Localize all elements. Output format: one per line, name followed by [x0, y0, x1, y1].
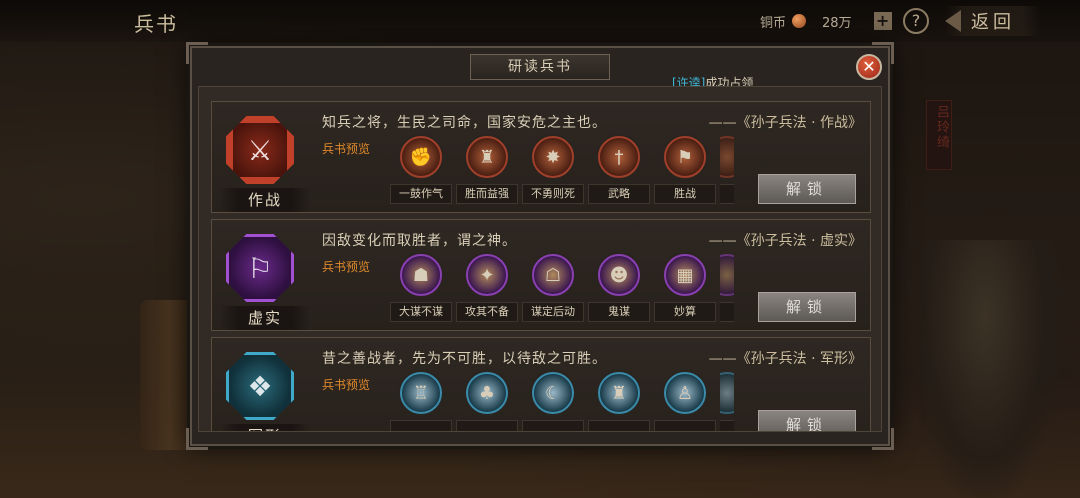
- book-name: 作战: [220, 188, 310, 212]
- copper-coin-icon: [792, 14, 807, 28]
- skill-preview-row: ✊ 一鼓作气 ♜ 胜而益强 ✸ 不勇则死 † 武略 ⚑ 胜战: [390, 136, 734, 204]
- skill-preview-row: ♖ ♣ ☾ ♜ ♙: [390, 372, 734, 431]
- skill-item[interactable]: ☻ 鬼谋: [588, 254, 650, 322]
- skill-name: [654, 420, 716, 431]
- skill-item-partial[interactable]: [720, 254, 734, 322]
- tower-icon: ♜: [598, 372, 640, 414]
- preview-label: 兵书预览: [322, 378, 371, 392]
- skill-item[interactable]: † 武略: [588, 136, 650, 204]
- skill-name: [522, 420, 584, 431]
- skill-name: 攻其不备: [456, 302, 518, 322]
- help-button[interactable]: ?: [903, 8, 929, 34]
- skill-name: [720, 302, 734, 322]
- book-quote: 昔之善战者，先为不可胜，以待敌之可胜。: [322, 351, 607, 367]
- strategist-icon: ☗: [400, 254, 442, 296]
- warrior-icon: ♜: [466, 136, 508, 178]
- skill-item[interactable]: ✦ 攻其不备: [456, 254, 518, 322]
- skill-icon: [720, 372, 734, 414]
- skill-item-partial[interactable]: [720, 136, 734, 204]
- skill-item[interactable]: ♜: [588, 372, 650, 431]
- book-quote: 知兵之将，生民之司命，国家安危之主也。: [322, 115, 607, 131]
- crossed-swords-icon: ⚔: [226, 116, 294, 184]
- book-emblem[interactable]: ⚐: [222, 232, 298, 308]
- skill-name: [390, 420, 452, 431]
- add-currency-button[interactable]: +: [873, 12, 892, 30]
- book-list[interactable]: ⚔ 作战 知兵之将，生民之司命，国家安危之主也。 ——《孙子兵法 · 作战》 兵…: [198, 86, 882, 432]
- book-source: ——《孙子兵法 · 军形》: [708, 351, 862, 367]
- skill-name: 不勇则死: [522, 184, 584, 204]
- book-emblem[interactable]: ❖: [222, 350, 298, 426]
- skill-item[interactable]: ✊ 一鼓作气: [390, 136, 452, 204]
- skill-name: 一鼓作气: [390, 184, 452, 204]
- mask-icon: ☻: [598, 254, 640, 296]
- tree-icon: ♣: [466, 372, 508, 414]
- skill-icon: [720, 254, 734, 296]
- currency-display: 铜币 28万 +: [760, 10, 892, 32]
- preview-label: 兵书预览: [322, 260, 371, 274]
- corner-ornament: [186, 42, 208, 64]
- skill-item[interactable]: ▦ 妙算: [654, 254, 716, 322]
- war-drum-icon: ✊: [400, 136, 442, 178]
- book-card-zuozhan: ⚔ 作战 知兵之将，生民之司命，国家安危之主也。 ——《孙子兵法 · 作战》 兵…: [211, 101, 871, 213]
- skill-name: 谋定后动: [522, 302, 584, 322]
- skill-item[interactable]: ✸ 不勇则死: [522, 136, 584, 204]
- skill-item[interactable]: ♙: [654, 372, 716, 431]
- book-card-xushi: ⚐ 虚实 因敌变化而取胜者，谓之神。 ——《孙子兵法 · 虚实》 兵书预览 ☗ 大…: [211, 219, 871, 331]
- fortress-icon: ♖: [400, 372, 442, 414]
- close-button[interactable]: ✕: [856, 54, 882, 80]
- unlock-button[interactable]: 解锁: [758, 410, 856, 431]
- skill-item[interactable]: ♜ 胜而益强: [456, 136, 518, 204]
- book-name: 虚实: [220, 306, 310, 330]
- book-name: 军形: [220, 424, 310, 431]
- abacus-icon: ▦: [664, 254, 706, 296]
- banner-icon: ⚑: [664, 136, 706, 178]
- back-button[interactable]: 返回: [945, 6, 1041, 36]
- preview-label: 兵书预览: [322, 142, 371, 156]
- skill-preview-row: ☗ 大谋不谋 ✦ 攻其不备 ☖ 谋定后动 ☻ 鬼谋 ▦ 妙算: [390, 254, 734, 322]
- book-source: ——《孙子兵法 · 作战》: [708, 115, 862, 131]
- skill-item-partial[interactable]: [720, 372, 734, 431]
- skill-name: [720, 420, 734, 431]
- skill-name: 大谋不谋: [390, 302, 452, 322]
- skill-name: [456, 420, 518, 431]
- skill-name: 鬼谋: [588, 302, 650, 322]
- skill-item[interactable]: ♣: [456, 372, 518, 431]
- book-source: ——《孙子兵法 · 虚实》: [708, 233, 862, 249]
- skill-name: [588, 420, 650, 431]
- skill-name: 胜战: [654, 184, 716, 204]
- page-title: 兵书: [134, 12, 178, 36]
- skill-name: 妙算: [654, 302, 716, 322]
- skill-name: 武略: [588, 184, 650, 204]
- skill-item[interactable]: ☾: [522, 372, 584, 431]
- crescent-icon: ☾: [532, 372, 574, 414]
- ambush-icon: ✦: [466, 254, 508, 296]
- plan-icon: ☖: [532, 254, 574, 296]
- sword-icon: †: [598, 136, 640, 178]
- unlock-button[interactable]: 解锁: [758, 292, 856, 322]
- skill-item[interactable]: ☗ 大谋不谋: [390, 254, 452, 322]
- skill-icon: [720, 136, 734, 178]
- study-book-dialog: 研读兵书 [许逵]成功占领 ✕ ⚔ 作战 知兵之将，生民之司命，国家安危之主也。…: [186, 42, 894, 450]
- skill-name: 胜而益强: [456, 184, 518, 204]
- skill-item[interactable]: ⚑ 胜战: [654, 136, 716, 204]
- back-label: 返回: [971, 12, 1015, 33]
- book-quote: 因敌变化而取胜者，谓之神。: [322, 233, 517, 249]
- skill-item[interactable]: ♖: [390, 372, 452, 431]
- top-bar: 兵书 铜币 28万 + ? 返回: [0, 0, 1080, 42]
- skill-name: [720, 184, 734, 204]
- book-emblem[interactable]: ⚔: [222, 114, 298, 190]
- book-card-junxing: ❖ 军形 昔之善战者，先为不可胜，以待敌之可胜。 ——《孙子兵法 · 军形》 兵…: [211, 337, 871, 431]
- currency-amount: 28万: [822, 15, 852, 31]
- sage-icon: ♙: [664, 372, 706, 414]
- charge-icon: ✸: [532, 136, 574, 178]
- skill-item[interactable]: ☖ 谋定后动: [522, 254, 584, 322]
- currency-label: 铜币: [760, 15, 787, 31]
- dialog-title: 研读兵书: [470, 54, 610, 80]
- back-arrow-icon: [945, 10, 961, 32]
- flag-icon: ⚐: [226, 234, 294, 302]
- unlock-button[interactable]: 解锁: [758, 174, 856, 204]
- formation-icon: ❖: [226, 352, 294, 420]
